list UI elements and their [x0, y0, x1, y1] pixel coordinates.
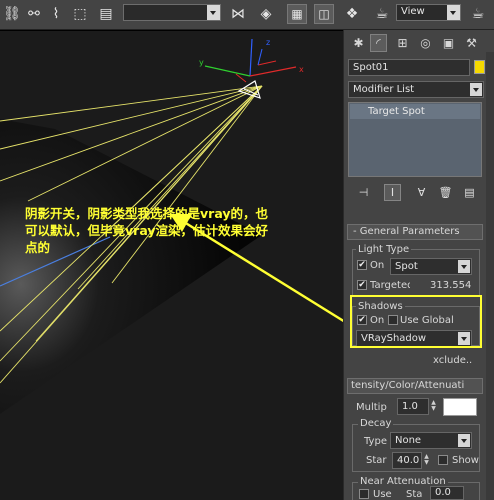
modifier-list-dropdown[interactable]: Modifier List [348, 81, 484, 98]
light-type-value: Spot [395, 261, 418, 272]
light-on-checkbox[interactable]: ✔ [357, 260, 367, 270]
light-on-label: On [370, 260, 385, 271]
object-color-swatch[interactable] [474, 60, 485, 74]
decay-type-value: None [395, 435, 422, 446]
decay-type-dropdown[interactable]: None [390, 432, 472, 449]
stack-item-target-spot[interactable]: Target Spot [350, 104, 480, 119]
light-color-swatch[interactable] [443, 398, 477, 416]
modifier-stack[interactable]: Target Spot [348, 102, 482, 177]
hierarchy-tab-icon[interactable]: ⊞ [394, 34, 411, 52]
modifier-list-label: Modifier List [353, 84, 415, 95]
decay-start-label: Star [366, 455, 387, 466]
object-name-input[interactable]: Spot01 [348, 59, 470, 76]
motion-tab-icon[interactable]: ◎ [417, 34, 434, 52]
general-parameters-title: General Parameters [359, 226, 460, 237]
intensity-color-attenuation-rollout[interactable]: tensity/Color/Attenuati [347, 378, 483, 394]
near-use-checkbox[interactable] [359, 489, 369, 499]
decay-start-spinner[interactable]: ▲ ▼ [423, 454, 430, 467]
utilities-tab-icon[interactable]: ⚒ [463, 34, 480, 52]
modify-tab-icon[interactable]: ◜ [370, 34, 387, 52]
chevron-down-icon [470, 83, 482, 96]
light-type-dropdown[interactable]: Spot [390, 258, 472, 275]
show-end-result-icon[interactable]: Ι [384, 184, 401, 201]
decay-show-label: Show [452, 455, 479, 466]
remove-modifier-icon[interactable]: 🗑 [437, 184, 454, 201]
create-tab-icon[interactable]: ✱ [350, 34, 367, 52]
rollout-toggle-icon: - [353, 226, 360, 237]
annotation-highlight-box [350, 295, 482, 348]
decay-start-input[interactable]: 40.0 [392, 452, 422, 469]
chevron-down-icon [458, 434, 470, 447]
panel-scrollbar[interactable] [486, 52, 494, 500]
multiplier-spinner[interactable]: ▲ ▼ [430, 400, 437, 413]
general-parameters-rollout[interactable]: - General Parameters [347, 224, 483, 240]
multiplier-input[interactable]: 1.0 [397, 398, 429, 415]
near-start-input[interactable]: 0.0 [430, 486, 464, 500]
chevron-down-icon [458, 260, 470, 273]
light-type-label: Light Type [356, 244, 412, 256]
make-unique-icon[interactable]: ∀ [413, 184, 430, 201]
display-tab-icon[interactable]: ▣ [440, 34, 457, 52]
targeted-label: Targeted [370, 280, 410, 291]
pin-stack-icon[interactable]: ⊣ [355, 184, 372, 201]
intensity-rollout-title: tensity/Color/Attenuati [351, 380, 465, 391]
decay-label: Decay [358, 418, 394, 430]
decay-show-checkbox[interactable] [438, 455, 448, 465]
decay-type-label: Type [364, 436, 387, 447]
exclude-button[interactable]: xclude.. [433, 355, 472, 367]
multiplier-label: Multip [356, 402, 387, 413]
configure-sets-icon[interactable]: ▤ [461, 184, 478, 201]
near-use-label: Use [373, 489, 392, 500]
targeted-checkbox[interactable]: ✔ [357, 280, 367, 290]
near-start-label: Sta [406, 489, 423, 500]
target-distance-value: 313.554 [430, 280, 472, 291]
